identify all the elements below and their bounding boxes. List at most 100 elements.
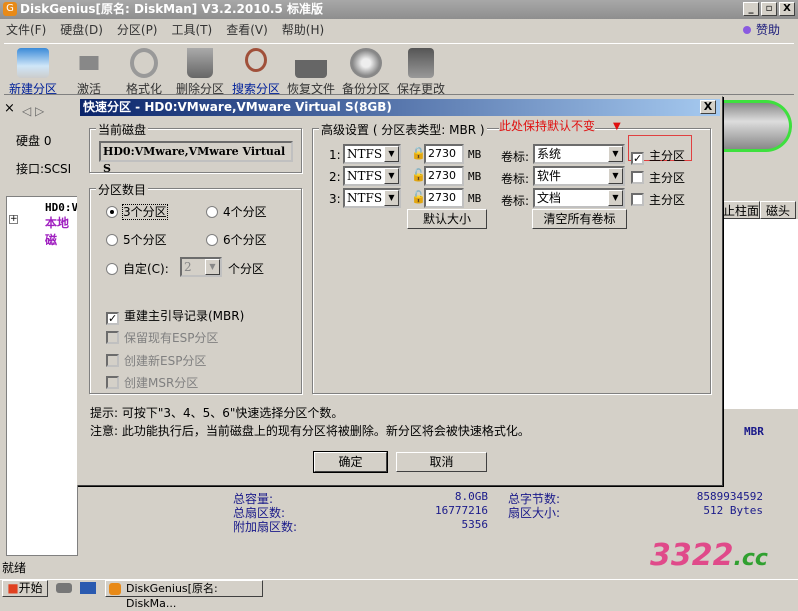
checkbox-keep-esp[interactable]: 保留现有ESP分区 [106,329,218,346]
desktop-icon[interactable] [80,582,96,594]
restore-button[interactable]: ▫ [761,2,777,16]
select-value: 文档 [537,191,562,205]
volume-label-select[interactable]: 软件 ▼ [533,166,625,186]
disk-bar-graphic [722,100,792,152]
default-size-button[interactable]: 默认大小 [407,209,487,229]
taskbar: ■开始 DiskGenius[原名: DiskMa... [0,579,798,610]
input-value: 2730 [428,147,456,160]
primary-partition-checkbox[interactable]: 主分区 [631,191,685,208]
checkbox-icon [631,193,644,206]
partition-number: 2: [329,170,341,184]
close-button[interactable]: X [779,2,795,16]
chevron-down-icon: ▼ [384,168,399,184]
restore-files-button[interactable]: 恢复文件 [284,48,338,97]
column-header-end-cylinder[interactable]: 止柱面 [722,201,760,219]
menu-tools[interactable]: 工具(T) [172,23,213,37]
expand-icon[interactable]: + [9,215,18,224]
window-titlebar: DiskGenius[原名: DiskMan] V3.2.2010.5 标准版 [0,0,798,19]
size-input[interactable]: 2730 [424,144,464,164]
checkbox-label: 创建MSR分区 [124,376,199,390]
volume-label-select[interactable]: 系统 ▼ [533,144,625,164]
menu-view[interactable]: 查看(V) [226,23,268,37]
input-value: 2730 [428,191,456,204]
column-header-head[interactable]: 磁头 [760,201,796,219]
checkbox-label: 主分区 [649,149,686,163]
dialog-title: 快速分区 - HD0:VMware,VMware Virtual S(8GB) [83,100,392,114]
checkbox-msr[interactable]: 创建MSR分区 [106,374,198,391]
checkbox-new-esp[interactable]: 创建新ESP分区 [106,352,206,369]
chevron-down-icon: ▼ [608,146,623,162]
checkbox-icon [106,331,119,344]
ok-button[interactable]: 确定 [313,451,388,473]
partition-table [722,219,798,409]
toolbar-label: 恢复文件 [286,82,335,96]
checkbox-label: 主分区 [649,171,686,185]
select-value: 2 [184,260,192,274]
info-value: 8589934592 [696,490,763,503]
radio-custom[interactable]: 自定(C): [106,260,169,277]
cancel-button[interactable]: 取消 [396,452,487,472]
tree-item-local-disk[interactable]: 本地磁 [45,214,77,248]
sponsor-link[interactable]: 赞助 [742,20,780,40]
new-partition-button[interactable]: 新建分区 [6,48,60,97]
unit-label: MB [468,192,482,205]
toolbar-label: 激活 [76,82,101,96]
menu-disk[interactable]: 硬盘(D) [60,23,103,37]
info-key: 扇区大小: [508,506,561,520]
restore-icon [295,48,327,78]
group-label: 高级设置 ( 分区表类型: MBR ) [319,121,487,138]
dialog-close-button[interactable]: X [700,100,716,114]
partition-number: 3: [329,192,341,206]
filesystem-select[interactable]: NTFS ▼ [343,188,401,208]
info-value: 512 Bytes [703,504,763,517]
clear-labels-button[interactable]: 清空所有卷标 [532,209,627,229]
primary-partition-checkbox[interactable]: ✓ 主分区 [631,147,685,165]
menu-file[interactable]: 文件(F) [6,23,46,37]
volume-label-caption: 卷标: [501,150,530,164]
radio-5-partitions[interactable]: 5个分区 [106,231,167,248]
format-button[interactable]: 格式化 [117,48,171,97]
radio-icon [106,206,118,218]
chevron-down-icon: ▼ [608,168,623,184]
minimize-button[interactable]: _ [743,2,759,16]
partition-number: 1: [329,148,341,162]
menu-help[interactable]: 帮助(H) [282,23,324,37]
search-partition-button[interactable]: 搜索分区 [229,48,283,97]
size-input[interactable]: 2730 [424,166,464,186]
toolbar-label: 搜索分区 [231,82,280,96]
format-icon [130,48,158,78]
primary-partition-checkbox[interactable]: 主分区 [631,169,685,186]
filesystem-select[interactable]: NTFS ▼ [343,144,401,164]
quicklaunch-icon[interactable] [56,583,72,593]
radio-3-partitions[interactable]: 3个分区 [106,203,168,220]
close-pane-icon[interactable]: × [4,101,15,116]
select-value: NTFS [347,191,383,205]
delete-partition-button[interactable]: 删除分区 [173,48,227,97]
select-value: NTFS [347,169,383,183]
hint-text: 提示: 可按下"3、4、5、6"快速选择分区个数。 [90,406,344,420]
dot-icon [742,26,751,34]
nav-arrows[interactable]: ◁ ▷ [22,104,44,118]
radio-4-partitions[interactable]: 4个分区 [206,203,267,220]
backup-partition-button[interactable]: 备份分区 [339,48,393,97]
taskbar-app-button[interactable]: DiskGenius[原名: DiskMa... [105,580,263,610]
save-changes-button[interactable]: 保存更改 [394,48,448,97]
size-input[interactable]: 2730 [424,188,464,208]
toolbar-label: 删除分区 [175,82,224,96]
volume-label-select[interactable]: 文档 ▼ [533,188,625,208]
checkbox-icon: ✓ [106,312,119,325]
radio-6-partitions[interactable]: 6个分区 [206,231,267,248]
start-button[interactable]: ■开始 [2,580,48,597]
tree-item-hd0[interactable]: HD0:V [45,201,78,214]
filesystem-select[interactable]: NTFS ▼ [343,166,401,186]
windows-logo-icon: ■ [7,581,19,595]
activate-button[interactable]: 激活 [62,48,116,97]
info-value: 8.0GB [454,490,488,503]
menu-partition[interactable]: 分区(P) [117,23,158,37]
annotation-text: 此处保持默认不变 [499,117,596,134]
partition-type: MBR [744,425,764,438]
app-icon [109,583,121,595]
checkbox-rebuild-mbr[interactable]: ✓ 重建主引导记录(MBR) [106,307,244,325]
custom-count-select[interactable]: 2 ▼ [180,257,222,277]
radio-label: 3个分区 [122,204,168,220]
